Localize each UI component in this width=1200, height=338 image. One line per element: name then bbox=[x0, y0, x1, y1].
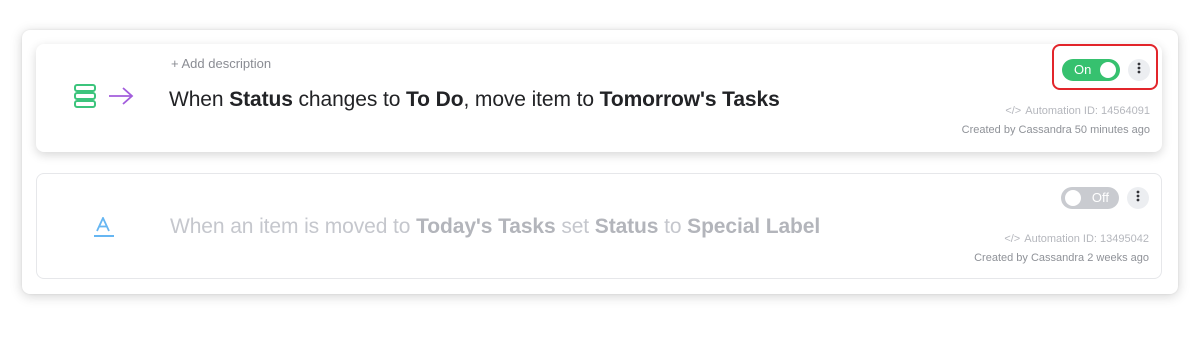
automation-menu-button[interactable] bbox=[1127, 187, 1149, 209]
automation-id-text: Automation ID: 14564091 bbox=[1025, 105, 1150, 117]
arrow-right-icon bbox=[108, 86, 134, 111]
status-column-icon bbox=[74, 84, 96, 113]
code-icon: </> bbox=[1004, 233, 1021, 245]
recipe-value-label: Special Label bbox=[687, 215, 821, 238]
text-label-icon bbox=[93, 215, 115, 244]
automation-icons bbox=[74, 84, 134, 113]
recipe-target-group: Tomorrow's Tasks bbox=[599, 88, 780, 111]
recipe-value-status: To Do bbox=[406, 88, 464, 111]
automation-recipe-text[interactable]: When an item is moved to Today's Tasks s… bbox=[170, 215, 820, 239]
add-description-link[interactable]: + Add description bbox=[171, 56, 271, 71]
code-icon: </> bbox=[1005, 105, 1022, 117]
toggle-label: Off bbox=[1091, 190, 1109, 205]
automation-toggle-off[interactable]: Off bbox=[1061, 187, 1119, 209]
toggle-knob bbox=[1065, 190, 1081, 206]
automation-id: </> Automation ID: 13495042 bbox=[1004, 234, 1149, 245]
more-vertical-icon bbox=[1136, 189, 1140, 207]
recipe-text: set bbox=[555, 215, 595, 238]
recipe-text: When an item is moved to bbox=[170, 215, 417, 238]
automation-icons bbox=[93, 215, 115, 244]
recipe-field-status: Status bbox=[229, 88, 293, 111]
automation-menu-button[interactable] bbox=[1128, 59, 1150, 81]
automation-created-info: Created by Cassandra 2 weeks ago bbox=[974, 252, 1149, 264]
automations-panel: + Add description When Status changes to… bbox=[22, 30, 1178, 294]
automation-created-info: Created by Cassandra 50 minutes ago bbox=[961, 124, 1150, 136]
automation-toggle-on[interactable]: On bbox=[1062, 59, 1120, 81]
toggle-label: On bbox=[1074, 62, 1092, 77]
recipe-text: , move item to bbox=[463, 88, 600, 111]
automation-card-inactive[interactable]: When an item is moved to Today's Tasks s… bbox=[36, 173, 1162, 279]
recipe-text: to bbox=[658, 215, 688, 238]
recipe-field-status: Status bbox=[594, 215, 659, 238]
recipe-text: changes to bbox=[292, 88, 407, 111]
more-vertical-icon bbox=[1137, 61, 1141, 79]
automation-id-text: Automation ID: 13495042 bbox=[1024, 233, 1149, 245]
toggle-knob bbox=[1100, 62, 1116, 78]
automation-id: </> Automation ID: 14564091 bbox=[1005, 106, 1150, 117]
automation-recipe-text[interactable]: When Status changes to To Do, move item … bbox=[169, 88, 780, 112]
automation-card-active[interactable]: + Add description When Status changes to… bbox=[36, 44, 1162, 152]
recipe-text: When bbox=[169, 88, 230, 111]
recipe-target-group: Today's Tasks bbox=[416, 215, 556, 238]
